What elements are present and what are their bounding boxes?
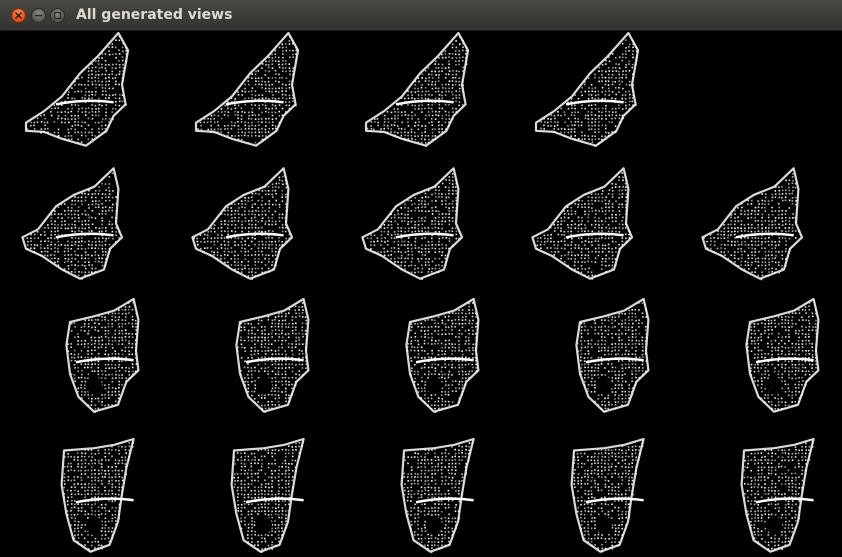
generated-view (364, 31, 470, 148)
title-bar[interactable]: All generated views (0, 0, 842, 31)
window-title: All generated views (76, 7, 233, 23)
generated-view (405, 297, 480, 413)
minimize-button[interactable] (31, 8, 46, 23)
generated-view (740, 437, 815, 553)
generated-view (21, 167, 124, 280)
generated-view (400, 437, 475, 554)
views-canvas (0, 31, 842, 557)
generated-view (534, 31, 640, 147)
generated-view (575, 297, 650, 413)
generated-view (745, 297, 820, 413)
views-grid (21, 31, 820, 554)
generated-view (65, 297, 140, 413)
generated-view (194, 31, 300, 147)
app-window: All generated views (0, 0, 842, 557)
generated-view (570, 437, 645, 553)
generated-view (531, 167, 634, 280)
generated-view (191, 167, 294, 280)
generated-view (230, 437, 305, 553)
minimize-icon (34, 14, 43, 17)
close-icon (15, 12, 22, 19)
maximize-button[interactable] (50, 8, 65, 23)
close-button[interactable] (11, 8, 26, 23)
generated-view (361, 167, 464, 280)
generated-view (235, 297, 310, 413)
generated-view (701, 167, 804, 281)
generated-view (24, 31, 130, 147)
generated-view (60, 437, 135, 553)
maximize-icon (53, 11, 62, 20)
